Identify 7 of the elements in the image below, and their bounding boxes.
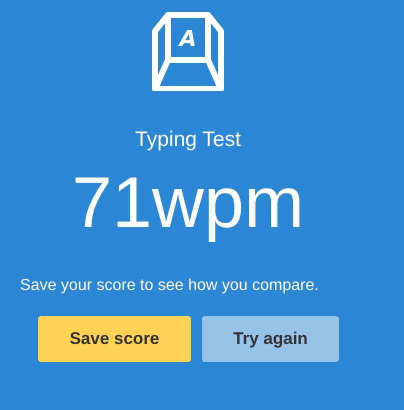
score-value: 71wpm — [72, 163, 304, 243]
prompt-text: Save your score to see how you compare. — [20, 276, 320, 296]
key-icon — [152, 12, 224, 91]
retry-button[interactable]: Try again — [202, 316, 339, 362]
key-letter: A — [179, 27, 197, 52]
test-title: Typing Test — [135, 127, 241, 153]
save-button[interactable]: Save score — [38, 316, 191, 362]
